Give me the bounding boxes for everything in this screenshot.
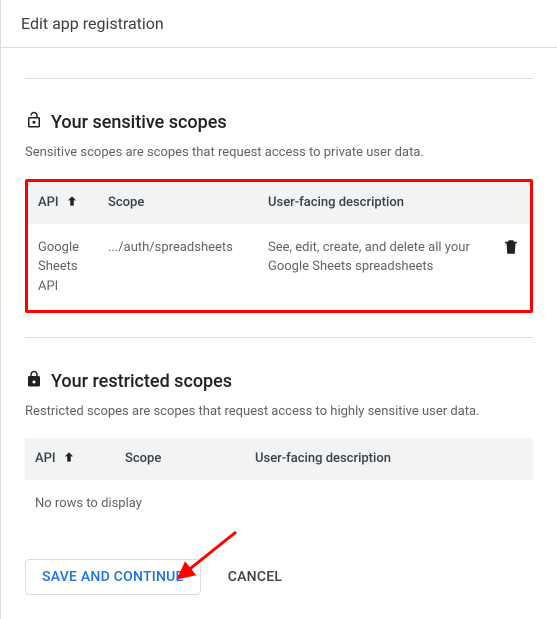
lock-icon [25, 370, 43, 392]
sensitive-scopes-title: Your sensitive scopes [51, 112, 227, 133]
arrow-up-icon [65, 194, 79, 212]
column-header-api[interactable]: API [25, 438, 115, 480]
empty-row: No rows to display [25, 480, 533, 528]
sensitive-scopes-table: API Scope User-facing description [25, 179, 533, 314]
cell-description: See, edit, create, and delete all your G… [258, 224, 492, 311]
sensitive-scopes-section: Your sensitive scopes Sensitive scopes a… [1, 111, 557, 337]
arrow-up-icon [62, 450, 76, 468]
lock-open-icon [25, 111, 43, 133]
cell-scope: .../auth/spreadsheets [98, 224, 258, 311]
cancel-button[interactable]: CANCEL [211, 559, 299, 595]
page-header: Edit app registration [1, 0, 557, 48]
column-header-scope[interactable]: Scope [115, 438, 245, 480]
divider [25, 78, 533, 79]
cell-api: Google Sheets API [28, 224, 98, 311]
restricted-scopes-title: Your restricted scopes [51, 371, 232, 392]
column-header-scope[interactable]: Scope [98, 182, 258, 224]
restricted-scopes-table: API Scope User-facing description No row… [25, 438, 533, 528]
divider [25, 337, 533, 338]
table-row: Google Sheets API .../auth/spreadsheets … [28, 224, 530, 311]
action-row: SAVE AND CONTINUE CANCEL [1, 551, 557, 619]
delete-scope-button[interactable] [502, 238, 520, 259]
column-header-description[interactable]: User-facing description [258, 182, 492, 224]
column-header-description[interactable]: User-facing description [245, 438, 533, 480]
restricted-scopes-description: Restricted scopes are scopes that reques… [25, 402, 533, 422]
restricted-scopes-section: Your restricted scopes Restricted scopes… [1, 370, 557, 551]
sensitive-scopes-description: Sensitive scopes are scopes that request… [25, 143, 533, 163]
column-header-api[interactable]: API [28, 182, 98, 224]
save-and-continue-button[interactable]: SAVE AND CONTINUE [25, 559, 201, 595]
page-title: Edit app registration [21, 14, 537, 33]
trash-icon [502, 238, 520, 259]
empty-message: No rows to display [25, 480, 533, 528]
